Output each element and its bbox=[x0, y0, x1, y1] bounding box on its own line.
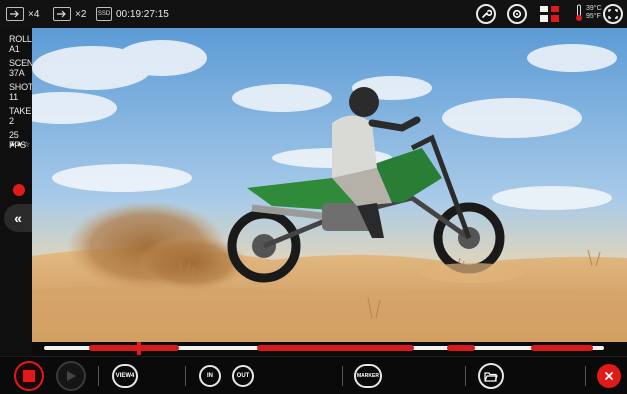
marked-segment[interactable] bbox=[531, 345, 593, 351]
folder-icon bbox=[484, 371, 498, 382]
wrench-button[interactable] bbox=[476, 4, 496, 24]
roll-value: A1 bbox=[9, 44, 20, 54]
input-status[interactable]: ×4 bbox=[6, 4, 39, 24]
marked-segment[interactable] bbox=[257, 345, 414, 351]
fullscreen-button[interactable] bbox=[603, 4, 623, 24]
top-status-bar: ×4 ×2 SSD 00:19:27:15 39°C 95°F bbox=[0, 0, 627, 29]
marked-segment[interactable] bbox=[447, 345, 475, 351]
divider bbox=[98, 366, 99, 386]
collapse-panel-button[interactable]: « bbox=[4, 204, 32, 232]
output-arrow-icon bbox=[53, 7, 71, 21]
chevron-left-icon: « bbox=[14, 210, 22, 226]
monitor-recorder-screen: ×4 ×2 SSD 00:19:27:15 39°C 95°F ROLL A1 … bbox=[0, 0, 627, 394]
thermometer-icon bbox=[576, 4, 582, 21]
mark-in-button[interactable]: IN bbox=[199, 365, 221, 387]
close-icon bbox=[605, 372, 613, 380]
play-button[interactable] bbox=[56, 361, 86, 391]
ssd-icon: SSD bbox=[96, 7, 112, 21]
gear-icon bbox=[512, 9, 522, 19]
metadata-panel[interactable]: ROLL A1 SCENE 37A SHOT 11 TAKE 2 25 FPS … bbox=[0, 28, 39, 356]
view-button[interactable]: VIEW4 bbox=[112, 364, 138, 388]
input-arrow-icon bbox=[6, 7, 24, 21]
temperature-status: 39°C 95°F bbox=[575, 4, 602, 22]
temp-celsius: 39°C bbox=[586, 5, 602, 12]
divider bbox=[185, 366, 186, 386]
scene-value: 37A bbox=[9, 68, 25, 78]
playhead[interactable] bbox=[137, 342, 141, 355]
wrench-icon bbox=[482, 9, 492, 18]
shot-value: 11 bbox=[9, 92, 18, 102]
marker-button[interactable]: MARKER bbox=[354, 364, 382, 388]
temp-fahrenheit: 95°F bbox=[586, 13, 601, 20]
output-status[interactable]: ×2 bbox=[53, 4, 86, 24]
divider bbox=[342, 366, 343, 386]
record-button[interactable] bbox=[14, 361, 44, 391]
video-frame-image bbox=[32, 28, 627, 342]
layout-grid-icon bbox=[540, 6, 559, 22]
input-count: ×4 bbox=[28, 8, 40, 20]
stop-square-icon bbox=[23, 370, 35, 382]
control-bar: VIEW4 IN OUT MARKER bbox=[0, 356, 627, 394]
rating-stars[interactable]: ★★☆ bbox=[9, 140, 30, 150]
timeline-scrubber[interactable] bbox=[32, 342, 627, 356]
divider bbox=[585, 366, 586, 386]
output-count: ×2 bbox=[75, 8, 87, 20]
in-label: IN bbox=[207, 373, 213, 379]
marked-segment[interactable] bbox=[89, 345, 179, 351]
take-value: 2 bbox=[9, 116, 14, 126]
layout-button[interactable] bbox=[540, 6, 559, 22]
marker-label: MARKER bbox=[357, 373, 379, 379]
out-label: OUT bbox=[236, 373, 250, 379]
roll-label: ROLL bbox=[9, 34, 32, 44]
video-preview[interactable] bbox=[32, 28, 627, 342]
timecode: 00:19:27:15 bbox=[116, 8, 169, 20]
close-button[interactable] bbox=[597, 364, 621, 388]
divider bbox=[465, 366, 466, 386]
timeline-track[interactable] bbox=[44, 345, 604, 351]
record-indicator bbox=[13, 184, 25, 196]
media-status[interactable]: SSD 00:19:27:15 bbox=[96, 4, 169, 24]
play-icon bbox=[67, 371, 76, 381]
take-label: TAKE bbox=[9, 106, 32, 116]
folder-button[interactable] bbox=[478, 363, 504, 389]
settings-button[interactable] bbox=[507, 4, 527, 24]
shot-label: SHOT bbox=[9, 82, 34, 92]
mark-out-button[interactable]: OUT bbox=[232, 365, 254, 387]
expand-icon bbox=[608, 9, 618, 19]
